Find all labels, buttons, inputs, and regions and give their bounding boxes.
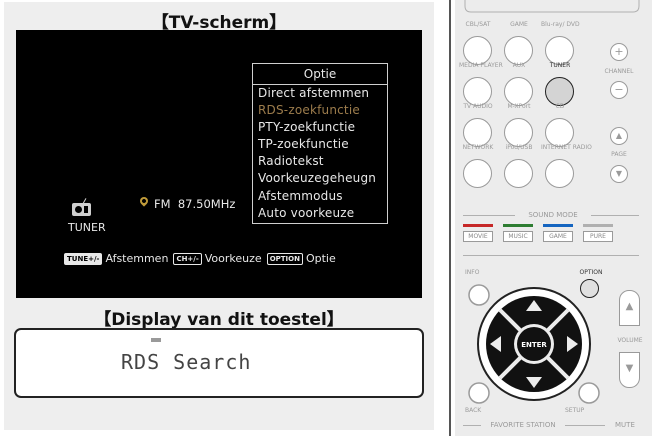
- option-menu-item[interactable]: Afstemmodus: [253, 188, 387, 205]
- page-up-button[interactable]: ▲: [610, 127, 628, 145]
- preset-pin-icon: [138, 195, 150, 207]
- volume-down-button[interactable]: ▼: [619, 352, 640, 388]
- source-button[interactable]: [545, 118, 574, 147]
- option-menu-item[interactable]: PTY-zoekfunctie: [253, 119, 387, 136]
- source-button[interactable]: [463, 77, 492, 106]
- source-button[interactable]: [463, 118, 492, 147]
- back-button[interactable]: [468, 382, 490, 404]
- sound-mode-color-bar: [463, 224, 493, 227]
- info-button[interactable]: [468, 284, 490, 306]
- back-label: BACK: [465, 407, 482, 414]
- sound-mode-color-bar: [503, 224, 533, 227]
- source-button[interactable]: [545, 159, 574, 188]
- channel-down-button[interactable]: −: [610, 81, 628, 99]
- favorite-station-label: FAVORITE STATION: [490, 421, 556, 429]
- option-menu-item[interactable]: Radiotekst: [253, 153, 387, 170]
- source-label: TV AUDIO: [463, 103, 493, 110]
- source-button[interactable]: [504, 77, 533, 106]
- sound-mode-color-bar: [583, 224, 613, 227]
- channel-key-icon: CH+/-: [173, 252, 202, 265]
- volume-label: VOLUME: [617, 337, 643, 344]
- page-down-button[interactable]: ▼: [610, 165, 628, 183]
- remote-control: CBL/SAT GAME Blu-ray/ DVD MEDIA PLAYER AUX TU…: [455, 0, 652, 436]
- page-label: PAGE: [611, 151, 627, 158]
- device-display: RDS Search: [14, 328, 424, 398]
- navigation-pad: ENTER: [468, 284, 600, 404]
- sound-mode-button[interactable]: MUSIC: [503, 231, 533, 242]
- source-label: TUNER: [68, 221, 106, 234]
- device-display-heading: 【Display van dit toestel】: [94, 310, 344, 330]
- tune-key-icon: TUNE+/-: [64, 252, 103, 265]
- source-label: AUX: [512, 62, 526, 69]
- tv-footer: TUNE+/- Afstemmen CH+/- Voorkeuze OPTION…: [64, 252, 341, 265]
- band-label: FM: [154, 197, 171, 211]
- display-indicator: [151, 338, 161, 342]
- option-menu-item[interactable]: RDS-zoekfunctie: [253, 102, 387, 119]
- tune-hint: Afstemmen: [105, 252, 169, 265]
- option-menu-item[interactable]: TP-zoekfunctie: [253, 136, 387, 153]
- setup-label: SETUP: [565, 407, 585, 414]
- option-hint: Optie: [305, 252, 336, 265]
- mute-label: MUTE: [615, 421, 635, 429]
- source-label: INTERNET RADIO: [541, 144, 592, 151]
- setup-button[interactable]: [578, 382, 600, 404]
- source-button[interactable]: [504, 36, 533, 65]
- source-button[interactable]: [463, 159, 492, 188]
- panel-divider: [449, 0, 451, 436]
- sound-mode-button[interactable]: MOVIE: [463, 231, 493, 242]
- option-menu-item[interactable]: Direct afstemmen: [253, 85, 387, 102]
- source-label: NETWORK: [462, 144, 494, 151]
- tv-illustration-panel: 【TV-scherm】 Optie Direct afstemmen RDS-zo…: [4, 2, 434, 430]
- sound-mode-color-bar: [543, 224, 573, 227]
- option-key-icon: OPTION: [266, 252, 303, 265]
- sound-mode-button[interactable]: PURE: [583, 231, 613, 242]
- info-label: INFO: [465, 269, 480, 276]
- frequency-value: 87.50MHz: [177, 197, 236, 211]
- preset-hint: Voorkeuze: [204, 252, 262, 265]
- source-button[interactable]: [504, 159, 533, 188]
- source-label: CBL/SAT: [465, 21, 491, 28]
- source-label: MEDIA PLAYER: [459, 62, 503, 69]
- source-label: M-XPort: [507, 103, 531, 110]
- option-menu-items: Direct afstemmen RDS-zoekfunctie PTY-zoekf…: [253, 85, 387, 222]
- source-label: CD: [555, 103, 565, 110]
- option-menu-title: Optie: [253, 64, 387, 85]
- source-button[interactable]: [545, 36, 574, 65]
- option-menu: Optie Direct afstemmen RDS-zoekfunctie PTY…: [252, 63, 388, 224]
- enter-label: ENTER: [521, 341, 547, 349]
- radio-icon: [72, 198, 91, 216]
- frequency-readout: FM 87.50MHz: [154, 197, 235, 211]
- source-label: iPod/USB: [505, 144, 533, 151]
- source-button[interactable]: [545, 77, 574, 106]
- volume-up-button[interactable]: ▲: [619, 290, 640, 326]
- tv-screen: Optie Direct afstemmen RDS-zoekfunctie PTY…: [16, 30, 422, 298]
- sound-mode-button[interactable]: GAME: [543, 231, 573, 242]
- remote-top-edge: [464, 0, 640, 13]
- channel-label: CHANNEL: [604, 68, 634, 75]
- option-label: OPTION: [579, 269, 603, 276]
- source-button[interactable]: [504, 118, 533, 147]
- source-button[interactable]: [463, 36, 492, 65]
- sound-mode-label: SOUND MODE: [528, 211, 578, 219]
- source-label: Blu-ray/ DVD: [541, 21, 580, 28]
- option-menu-item[interactable]: Voorkeuzegeheugn: [253, 170, 387, 187]
- channel-up-button[interactable]: +: [610, 43, 628, 61]
- option-menu-item[interactable]: Auto voorkeuze: [253, 205, 387, 222]
- source-label: GAME: [510, 21, 528, 28]
- display-text: RDS Search: [121, 350, 252, 374]
- source-label: TUNER: [549, 62, 571, 69]
